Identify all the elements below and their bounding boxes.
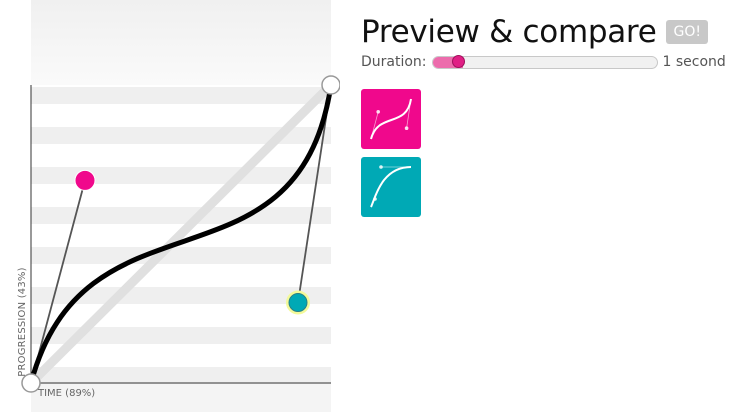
- grid-stripe: [31, 267, 331, 284]
- progression-label: PROGRESSION (43%): [17, 267, 28, 377]
- duration-slider[interactable]: [431, 54, 658, 69]
- curve-tile-current[interactable]: [361, 89, 421, 149]
- grid-stripe: [31, 347, 331, 364]
- grid-stripe: [31, 367, 331, 384]
- grid-stripe: [31, 307, 331, 324]
- grid-stripe: [31, 147, 331, 164]
- preview-header: Preview & compare GO!: [361, 12, 708, 52]
- go-button[interactable]: GO!: [666, 20, 708, 44]
- curve-thumbnail-icon: [370, 98, 412, 140]
- time-label: TIME (89%): [38, 388, 96, 399]
- duration-control: Duration: 1 second: [361, 52, 726, 72]
- curve-thumbnail-icon: [370, 165, 412, 208]
- editor-top-area: [31, 0, 331, 85]
- handle-p2[interactable]: [288, 293, 308, 313]
- handle-p1[interactable]: [74, 169, 96, 191]
- thumbnail-handle-dot: [373, 197, 377, 201]
- grid-stripe: [31, 247, 331, 264]
- page-title: Preview & compare: [361, 14, 657, 50]
- curve-editor-canvas[interactable]: [0, 0, 340, 412]
- thumbnail-curve: [370, 98, 412, 140]
- duration-label: Duration:: [361, 54, 427, 70]
- curve-editor[interactable]: PROGRESSION (43%) TIME (89%): [0, 0, 340, 412]
- grid-stripe: [31, 87, 331, 104]
- curve-end-point: [321, 75, 340, 95]
- duration-slider-knob[interactable]: [451, 54, 465, 68]
- thumbnail-handle-dot: [379, 165, 383, 169]
- duration-value: 1 second: [662, 54, 726, 70]
- thumbnail-curve: [370, 166, 412, 208]
- curve-tile-comparison[interactable]: [361, 157, 421, 217]
- grid-stripe: [31, 107, 331, 124]
- thumbnail-handle-dot: [376, 110, 380, 114]
- thumbnail-handle-dot: [404, 126, 409, 130]
